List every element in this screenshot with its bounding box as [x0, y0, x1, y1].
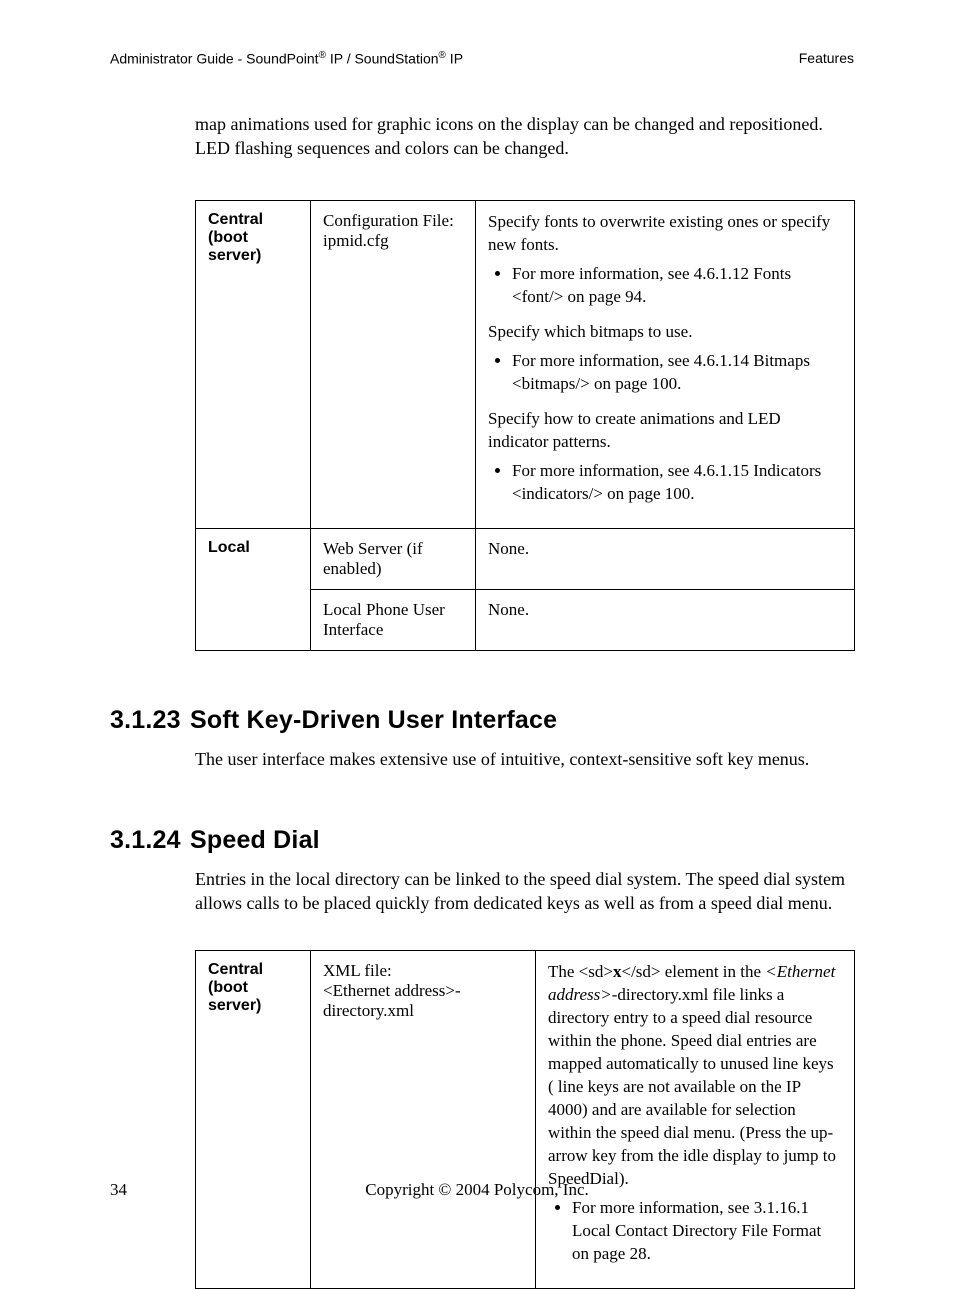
- copyright: Copyright © 2004 Polycom, Inc.: [0, 1180, 954, 1200]
- t: The <sd>: [548, 962, 613, 981]
- cell-text: Specify how to create animations and LED…: [488, 408, 842, 454]
- reg-mark: ®: [319, 50, 326, 61]
- cell-text: XML file:: [323, 961, 392, 980]
- config-table-1: Central (boot server) Configuration File…: [195, 200, 855, 650]
- header-text: IP: [446, 51, 463, 67]
- xml-file-cell: XML file: <Ethernet address>-directory.x…: [311, 951, 536, 1288]
- cell-text: Local Phone User Interface: [311, 589, 476, 650]
- cell-text: <Ethernet address>-directory.xml: [323, 981, 461, 1020]
- cell-text: Configuration File:: [323, 211, 454, 230]
- description-cell: The <sd>x</sd> element in the <Ethernet …: [536, 951, 855, 1288]
- t: -directory.xml file links a directory en…: [548, 985, 836, 1188]
- section-heading-speeddial: 3.1.24Speed Dial: [110, 826, 854, 855]
- list-item: For more information, see 4.6.1.15 Indic…: [512, 460, 842, 506]
- page: Administrator Guide - SoundPoint® IP / S…: [0, 0, 954, 1235]
- list-item: For more information, see 4.6.1.14 Bitma…: [512, 350, 842, 396]
- section-number: 3.1.24: [110, 826, 190, 855]
- page-header: Administrator Guide - SoundPoint® IP / S…: [110, 50, 854, 67]
- cell-text: ipmid.cfg: [323, 231, 389, 250]
- section-heading-softkey: 3.1.23Soft Key-Driven User Interface: [110, 706, 854, 735]
- table-row: Central (boot server) Configuration File…: [196, 201, 855, 528]
- header-text: Administrator Guide - SoundPoint: [110, 51, 319, 67]
- cell-text: The <sd>x</sd> element in the <Ethernet …: [548, 961, 842, 1190]
- description-cell: Specify fonts to overwrite existing ones…: [476, 201, 855, 528]
- intro-paragraph: map animations used for graphic icons on…: [195, 112, 854, 161]
- section-number: 3.1.23: [110, 706, 190, 735]
- section-body: Entries in the local directory can be li…: [195, 867, 854, 916]
- section-title: Speed Dial: [190, 826, 320, 854]
- cell-text: None.: [476, 528, 855, 589]
- section-title: Soft Key-Driven User Interface: [190, 706, 557, 734]
- header-text: IP / SoundStation: [326, 51, 439, 67]
- section-body: The user interface makes extensive use o…: [195, 747, 854, 771]
- cell-text: None.: [476, 589, 855, 650]
- config-table-2: Central (boot server) XML file: <Etherne…: [195, 950, 855, 1288]
- cell-text: Web Server (if enabled): [311, 528, 476, 589]
- list-item: For more information, see 3.1.16.1 Local…: [572, 1197, 842, 1266]
- row-header-local: Local: [196, 528, 311, 650]
- table-row: Central (boot server) XML file: <Etherne…: [196, 951, 855, 1288]
- list-item: For more information, see 4.6.1.12 Fonts…: [512, 263, 842, 309]
- table-row: Local Web Server (if enabled) None.: [196, 528, 855, 589]
- cell-text: Specify which bitmaps to use.: [488, 321, 842, 344]
- header-right: Features: [799, 50, 854, 67]
- cell-text: Specify fonts to overwrite existing ones…: [488, 211, 842, 257]
- row-header-central: Central (boot server): [196, 951, 311, 1288]
- t: </sd> element in the: [621, 962, 765, 981]
- config-file-cell: Configuration File: ipmid.cfg: [311, 201, 476, 528]
- header-left: Administrator Guide - SoundPoint® IP / S…: [110, 50, 463, 67]
- reg-mark: ®: [439, 50, 446, 61]
- row-header-central: Central (boot server): [196, 201, 311, 528]
